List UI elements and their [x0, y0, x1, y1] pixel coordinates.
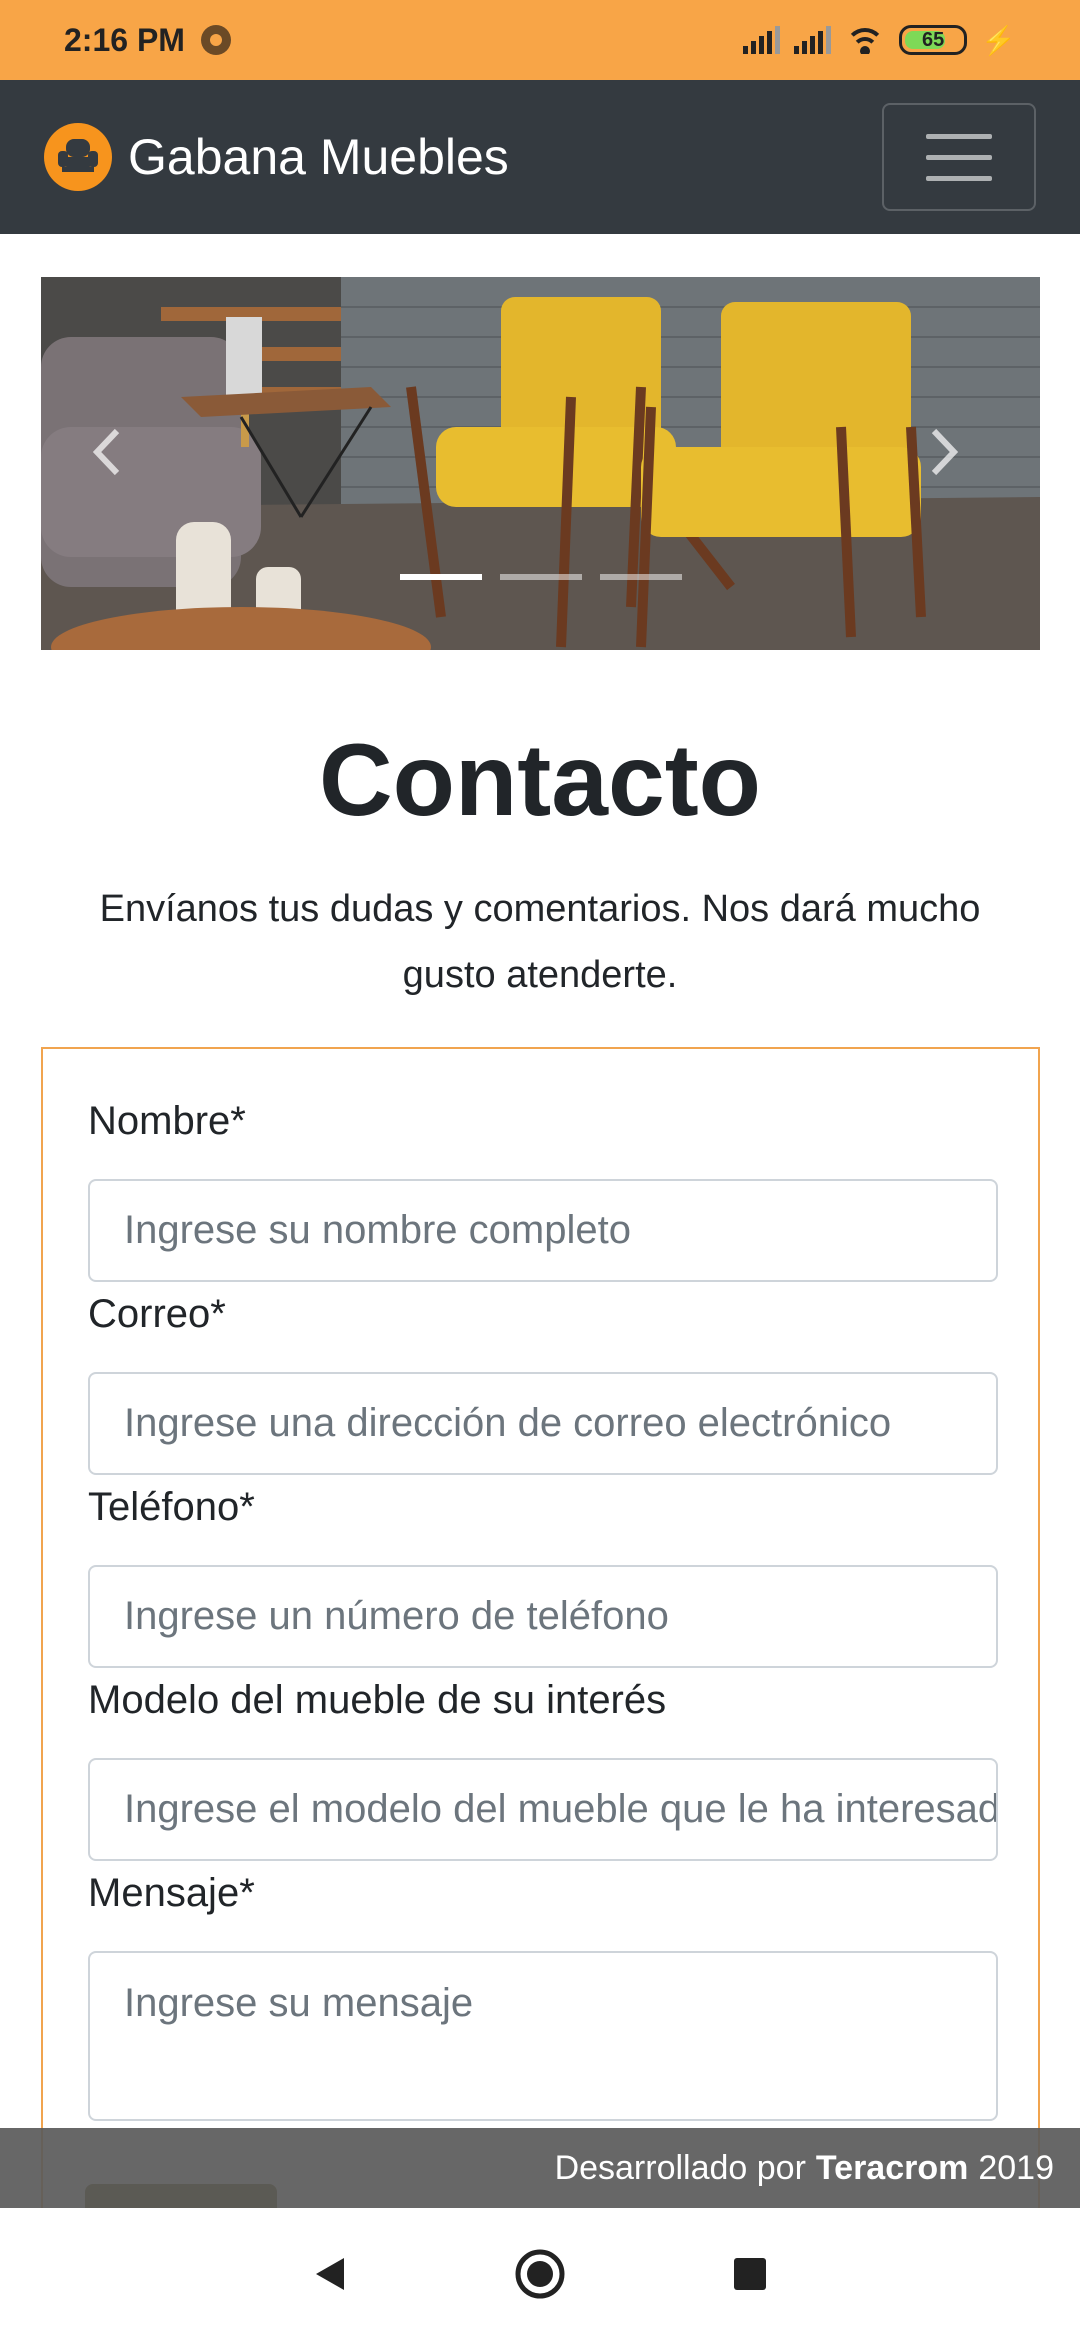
- carousel-indicator[interactable]: [499, 574, 582, 580]
- footer-prefix: Desarrollado por: [554, 2148, 806, 2187]
- status-time: 2:16 PM: [64, 21, 185, 58]
- carousel-prev-button[interactable]: [91, 427, 151, 497]
- chevron-left-icon: [92, 428, 120, 476]
- correo-input[interactable]: Ingrese una dirección de correo electrón…: [88, 1372, 998, 1475]
- correo-label: Correo*: [88, 1292, 226, 1336]
- armchair-icon[interactable]: [44, 123, 112, 191]
- carousel-image: [41, 277, 1040, 650]
- modelo-label: Modelo del mueble de su interés: [88, 1678, 667, 1722]
- battery-icon: 65: [899, 25, 968, 55]
- hamburger-icon: [926, 133, 992, 139]
- mensaje-label: Mensaje*: [88, 1871, 255, 1915]
- chevron-right-icon: [931, 428, 959, 476]
- battery-level: 65: [922, 28, 945, 51]
- modelo-input[interactable]: Ingrese el modelo del mueble que le ha i…: [88, 1758, 998, 1861]
- page-subtitle: Envíanos tus dudas y comentarios. Nos da…: [99, 888, 981, 996]
- charging-icon: ⚡: [981, 24, 1016, 56]
- brand-name[interactable]: Gabana Muebles: [128, 128, 509, 186]
- chrome-icon: [200, 25, 231, 55]
- telefono-label: Teléfono*: [88, 1485, 255, 1529]
- footer-company[interactable]: Teracrom: [816, 2149, 968, 2188]
- signal-icon: [743, 26, 781, 54]
- back-triangle-icon: [316, 2258, 344, 2290]
- wifi-icon: [845, 26, 886, 54]
- footer-year: 2019: [978, 2148, 1054, 2187]
- footer: Desarrollado por Teracrom 2019: [0, 2128, 1080, 2208]
- home-button[interactable]: [510, 2244, 570, 2304]
- status-icons: 65 ⚡: [743, 24, 1016, 57]
- carousel-next-button[interactable]: [930, 427, 990, 497]
- mensaje-textarea[interactable]: Ingrese su mensaje: [88, 1951, 998, 2121]
- system-nav-bar: [0, 2208, 1080, 2340]
- home-circle-icon: [515, 2249, 565, 2299]
- nombre-label: Nombre*: [88, 1099, 246, 1143]
- carousel-indicator[interactable]: [399, 574, 482, 580]
- nombre-input[interactable]: Ingrese su nombre completo: [88, 1179, 998, 1282]
- hero-carousel[interactable]: [41, 277, 1040, 650]
- carousel-indicators: [41, 574, 1040, 580]
- navbar: Gabana Muebles: [0, 80, 1080, 234]
- back-button[interactable]: [300, 2244, 360, 2304]
- status-bar: 2:16 PM 65 ⚡: [0, 0, 1080, 80]
- carousel-indicator[interactable]: [599, 574, 682, 580]
- recents-square-icon: [734, 2258, 766, 2290]
- telefono-input[interactable]: Ingrese un número de teléfono: [88, 1565, 998, 1668]
- signal-icon-2: [794, 26, 832, 54]
- recents-button[interactable]: [720, 2244, 780, 2304]
- page-title: Contacto: [319, 723, 761, 837]
- menu-toggle-button[interactable]: [882, 103, 1036, 211]
